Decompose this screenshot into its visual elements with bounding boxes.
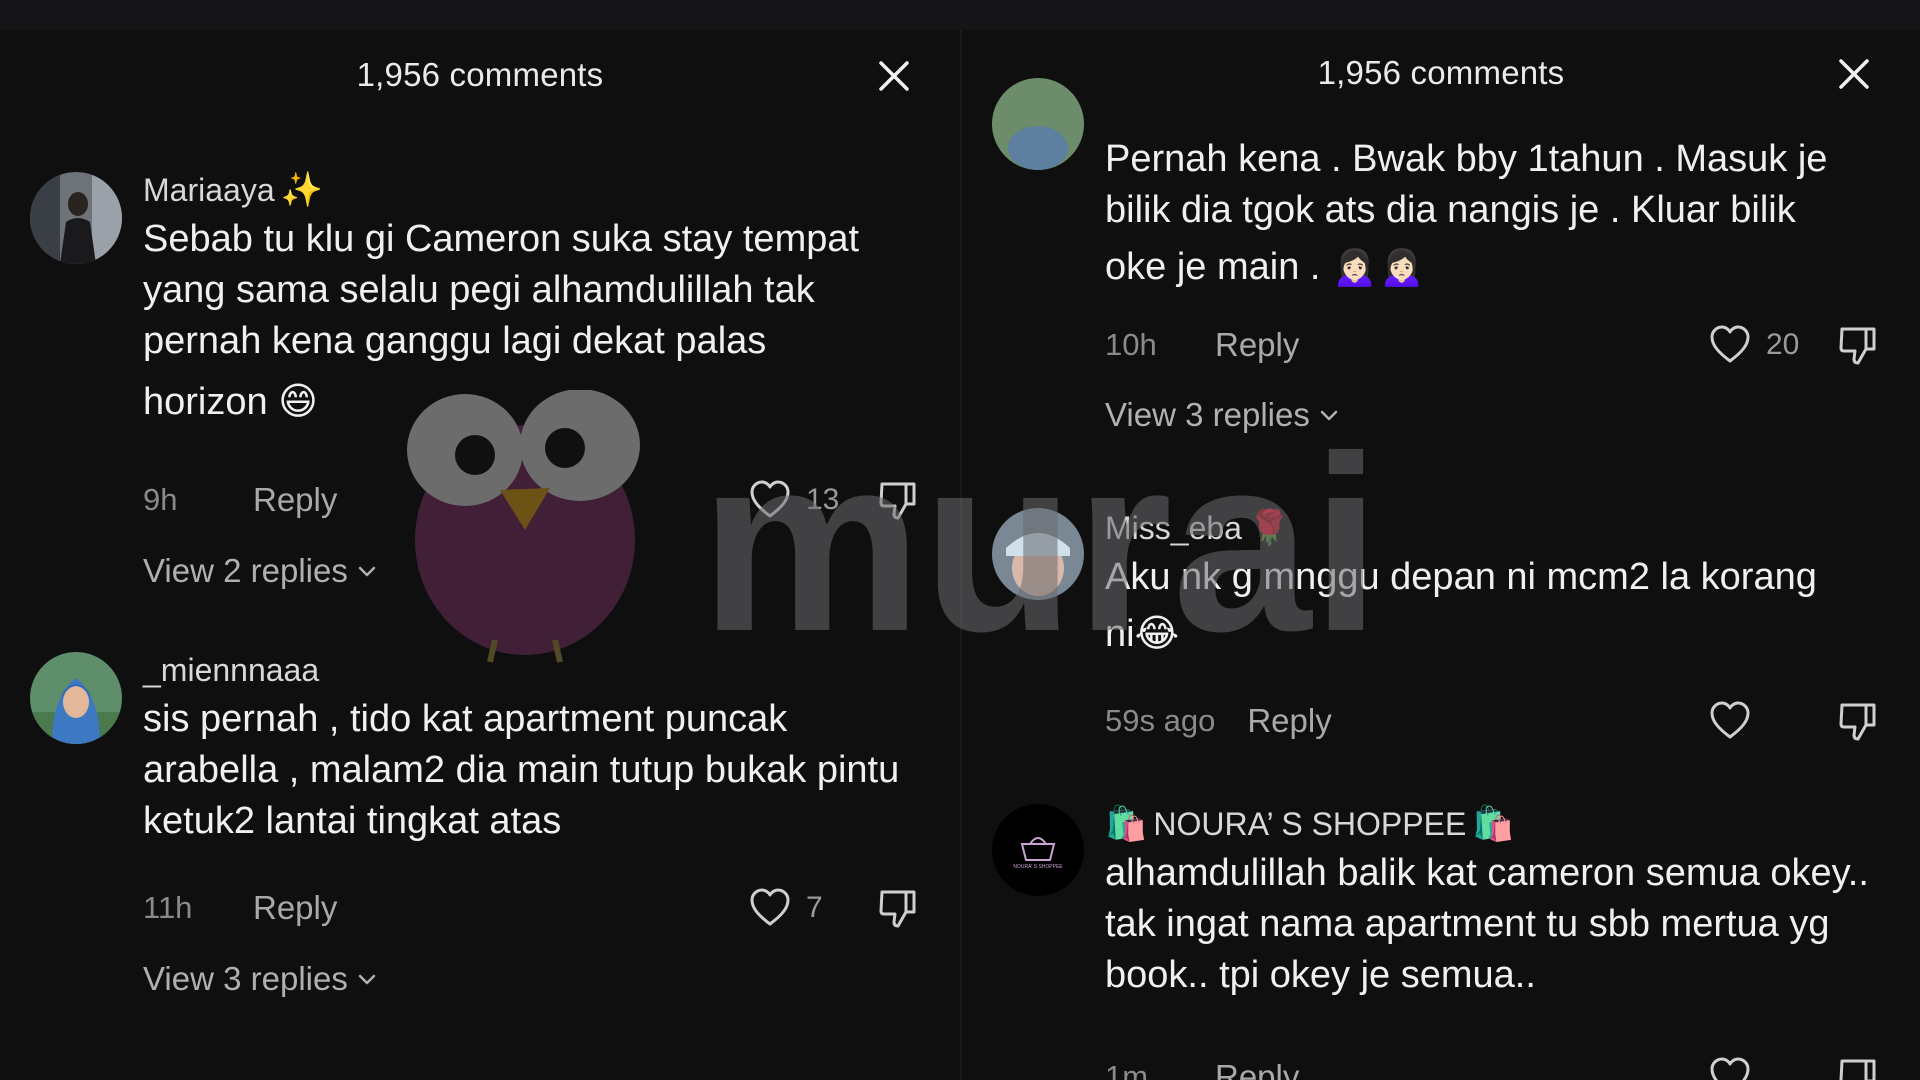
shopping-bags-emoji: 🛍️ [1472,805,1515,843]
heart-icon [1710,701,1750,739]
comment-actions: 13 [748,475,920,525]
close-icon [1839,59,1869,89]
comment-text: alhamdulillah balik kat cameron semua ok… [1105,852,1869,996]
close-button[interactable] [876,58,912,94]
heart-icon [1710,325,1750,363]
comment-meta: 1m Reply [1105,1052,1880,1080]
comment-meta: 11h Reply 7 [143,883,920,933]
heart-icon [1710,1057,1750,1080]
view-replies-button[interactable]: View 3 replies [143,960,378,998]
thumbs-down-icon [1839,703,1876,741]
comment-text-continued: ni😂 [1105,613,1179,655]
panel-header: 1,956 comments [0,30,960,120]
top-status-bar [0,0,1920,30]
comments-panel-left: 1,956 comments Mariaaya ✨ Sebab tu klu g… [0,30,962,1080]
view-replies-button[interactable]: View 3 replies [1105,396,1340,434]
comment-actions [1708,696,1880,746]
comment-actions: 7 [748,883,920,933]
comment-username[interactable]: Miss_eba 🌹 [1105,508,1880,548]
comment-username[interactable]: _miennnaaa [143,650,920,690]
comment-text: Sebab tu klu gi Cameron suka stay tempat… [143,218,860,362]
comment-meta: 10h Reply 20 [1105,320,1880,370]
thumbs-down-icon [879,890,916,928]
comment-meta: 59s ago Reply [1105,696,1880,746]
comment-time: 59s ago [1105,703,1216,738]
reply-button[interactable]: Reply [1215,1058,1299,1080]
comment-text-continued: oke je main . 🙍🏻‍♀️🙍🏻‍♀️ [1105,246,1426,288]
like-count: 7 [806,891,823,924]
like-button[interactable]: 20 [1708,323,1836,367]
comments-count-title: 1,956 comments [1317,54,1565,91]
dislike-button[interactable] [1836,699,1880,743]
chevron-down-icon [1320,410,1338,421]
reply-button[interactable]: Reply [253,481,337,519]
dislike-button[interactable] [1836,1055,1880,1080]
shop-logo-avatar: NOURA' S SHOPPEE [992,804,1084,896]
thumbs-down-icon [1839,327,1876,365]
avatar[interactable]: NOURA' S SHOPPEE [992,804,1084,896]
comments-panel-right: 1,956 comments Pernah kena . Bwak bby 1t… [962,30,1920,1080]
chevron-down-icon [358,974,376,985]
avatar[interactable] [30,172,122,264]
heart-icon [750,888,790,926]
thumbs-down-icon [1839,1059,1876,1080]
avatar[interactable] [30,652,122,744]
shopping-bags-emoji: 🛍️ [1105,805,1148,843]
comment-time: 9h [143,482,178,517]
comment-text: Aku nk g mnggu depan ni mcm2 la korang [1105,556,1817,598]
like-button[interactable] [1708,699,1836,743]
comment-username[interactable]: Mariaaya ✨ [143,170,920,210]
comment-time: 1m [1105,1059,1149,1080]
svg-text:NOURA' S SHOPPEE: NOURA' S SHOPPEE [1013,864,1063,870]
reply-button[interactable]: Reply [1247,702,1331,740]
avatar[interactable] [992,508,1084,600]
panel-header: 1,956 comments [962,30,1920,116]
dislike-button[interactable] [1836,323,1880,367]
avatar-image [30,652,122,744]
like-button[interactable]: 7 [748,886,876,930]
comment-text: Pernah kena . Bwak bby 1tahun . Masuk je… [1105,138,1828,231]
comment-meta: 9h Reply 13 [143,475,920,525]
close-button[interactable] [1836,56,1872,92]
comment-time: 11h [143,890,193,925]
reply-button[interactable]: Reply [253,889,337,927]
close-icon [879,61,909,91]
comment-username[interactable]: 🛍️ NOURA’ S SHOPPEE 🛍️ [1105,804,1880,844]
comment-text-continued: horizon 😄 [143,381,318,423]
comments-count-title: 1,956 comments [356,56,604,93]
avatar-image [992,78,1084,170]
reply-button[interactable]: Reply [1215,326,1299,364]
avatar-image [992,508,1084,600]
comment-text: sis pernah , tido kat apartment puncak a… [143,698,900,842]
heart-icon [750,480,790,518]
like-button[interactable]: 13 [748,478,876,522]
view-replies-button[interactable]: View 2 replies [143,552,378,590]
dislike-button[interactable] [876,886,920,930]
avatar-image [30,172,122,264]
sparkles-emoji: ✨ [280,171,323,209]
like-count: 13 [806,483,840,516]
thumbs-down-icon [879,482,916,520]
comment-actions: 20 [1708,320,1880,370]
dislike-button[interactable] [876,478,920,522]
comment-actions [1708,1052,1880,1080]
like-count: 20 [1766,328,1800,361]
comment-time: 10h [1105,327,1157,362]
chevron-down-icon [358,566,376,577]
like-button[interactable] [1708,1055,1836,1080]
avatar[interactable] [992,78,1084,170]
rose-emoji: 🌹 [1247,509,1291,547]
